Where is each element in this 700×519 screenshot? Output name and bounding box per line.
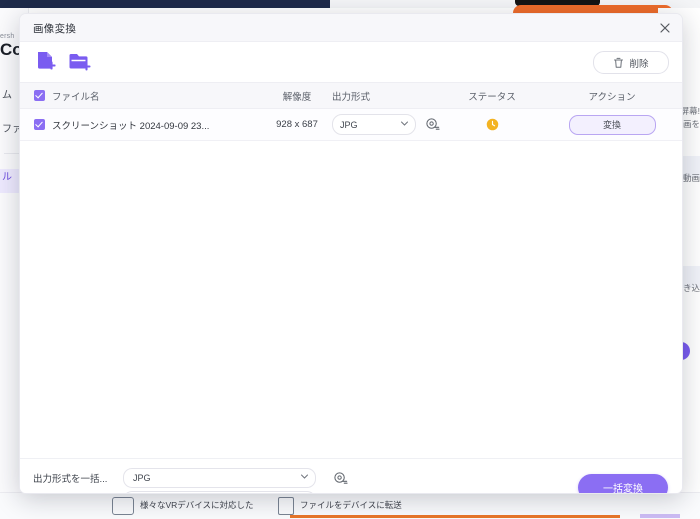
row-filename-label: スクリーンショット 2024-09-09 23... (52, 120, 210, 132)
add-folder-icon[interactable] (68, 50, 94, 74)
row-format-value: JPG (340, 119, 358, 130)
footer-format-select[interactable]: JPG (123, 468, 316, 488)
row-filename-cell: スクリーンショット 2024-09-09 23... (34, 109, 209, 140)
row-format-select[interactable]: JPG (332, 114, 416, 135)
dialog-toolbar: 削除 (20, 42, 682, 82)
background-card-transfer-label: ファイルをデバイスに転送 (300, 500, 402, 511)
delete-button[interactable]: 削除 (593, 51, 669, 74)
table-row[interactable]: スクリーンショット 2024-09-09 23... 928 x 687 JPG (20, 109, 682, 141)
dialog-footer: 出力形式を一括... JPG 出力先: C:¥Wondershare UniCo… (20, 458, 682, 494)
header-filename-label: ファイル名 (52, 91, 100, 103)
delete-button-label: 削除 (629, 58, 649, 70)
chevron-down-icon (401, 121, 408, 126)
trash-icon (614, 57, 624, 68)
header-filename-cell: ファイル名 (34, 83, 100, 108)
file-list-empty-area (20, 141, 682, 458)
close-icon[interactable] (655, 18, 675, 38)
sidebar-item-home[interactable]: ム (2, 86, 12, 101)
add-file-icon[interactable] (34, 50, 60, 74)
footer-destination-row: 出力先: C:¥Wondershare UniConverter 15¥Im (33, 491, 339, 493)
transfer-icon (278, 497, 294, 515)
row-format-cell: JPG (332, 109, 442, 140)
select-all-checkbox[interactable] (34, 90, 45, 101)
clock-icon (486, 118, 498, 131)
chevron-down-icon (301, 474, 308, 479)
batch-convert-button[interactable]: 一括変換 (578, 474, 668, 494)
background-card-transfer[interactable]: ファイルをデバイスに転送 (278, 496, 402, 516)
header-format-label: 出力形式 (332, 91, 371, 103)
background-accent-underline-2 (640, 514, 680, 518)
sidebar-item-tools[interactable]: ル (2, 168, 12, 183)
dialog-title: 画像変換 (33, 23, 77, 35)
header-status-label: ステータス (468, 91, 516, 103)
batch-convert-label: 一括変換 (603, 484, 643, 494)
background-right-text-1: 屏幕! (680, 106, 700, 116)
background-card-vr[interactable]: 様々なVRデバイスに対応した (112, 496, 254, 516)
convert-button-label: 変換 (602, 120, 621, 130)
background-card-vr-label: 様々なVRデバイスに対応した (140, 500, 254, 511)
row-status-cell (452, 109, 532, 140)
footer-format-row: 出力形式を一括... JPG (33, 468, 348, 488)
gear-icon[interactable] (425, 117, 440, 132)
footer-format-label: 出力形式を一括... (33, 474, 108, 485)
background-brand-small: ersh (0, 33, 15, 40)
background-right-text-2: ]画を (680, 119, 700, 129)
image-converter-dialog: 画像変換 削除 ファイル名 解像度 出力形式 ステータス アクション スクリーン… (19, 13, 683, 494)
gear-icon[interactable] (333, 471, 348, 486)
row-checkbox[interactable] (34, 119, 45, 130)
header-action-label: アクション (588, 91, 636, 103)
footer-destination-select[interactable]: C:¥Wondershare UniConverter 15¥Im (123, 491, 316, 493)
row-action-cell: 変換 (552, 109, 672, 140)
vr-headset-icon (112, 497, 134, 515)
dialog-titlebar: 画像変換 (20, 14, 682, 42)
background-right-text-3: 動画 (682, 173, 700, 183)
table-header-row: ファイル名 解像度 出力形式 ステータス アクション (20, 82, 682, 109)
footer-format-value: JPG (133, 473, 151, 483)
convert-button[interactable]: 変換 (568, 114, 656, 135)
